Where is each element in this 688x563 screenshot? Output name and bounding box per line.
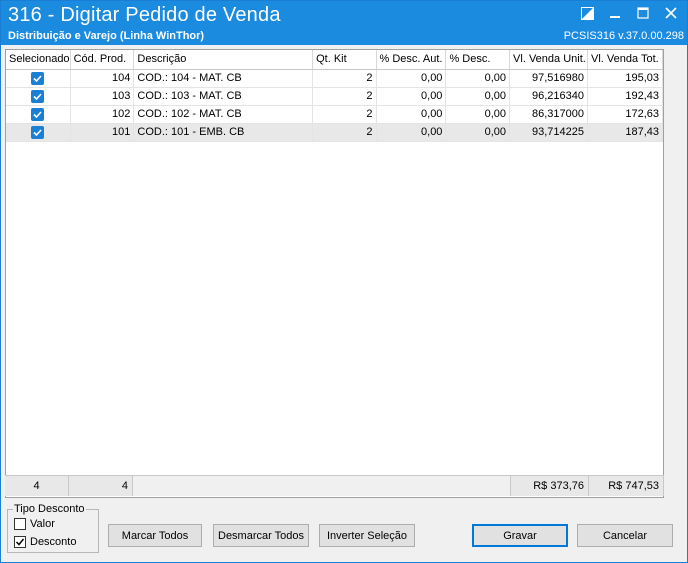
row-select-checkbox[interactable]: [6, 105, 71, 124]
close-icon[interactable]: [663, 5, 679, 21]
marcar-todos-button[interactable]: Marcar Todos: [108, 524, 202, 547]
row-select-checkbox[interactable]: [6, 69, 71, 88]
order-window: 316 - Digitar Pedido de Venda Distribuiç…: [0, 0, 688, 563]
cell-cod: 103: [70, 87, 135, 106]
table-row[interactable]: 101 COD.: 101 - EMB. CB 2 0,00 0,00 93,7…: [6, 123, 663, 142]
checkbox-unchecked-icon[interactable]: [14, 518, 26, 530]
inverter-selecao-button[interactable]: Inverter Seleção: [319, 524, 415, 547]
cell-descaut: 0,00: [376, 69, 447, 88]
cell-tot: 192,43: [587, 87, 663, 106]
grid-footer: 4 4 R$ 373,76 R$ 747,53: [5, 475, 664, 496]
cell-unit: 93,714225: [509, 123, 589, 142]
window-subtitle: Distribuição e Varejo (Linha WinThor): [8, 30, 205, 42]
option-desconto-label: Desconto: [30, 536, 77, 548]
footer-grand-total: R$ 747,53: [589, 476, 664, 496]
window-title: 316 - Digitar Pedido de Venda: [8, 4, 281, 26]
option-valor[interactable]: Valor: [14, 518, 55, 530]
table-row[interactable]: 103 COD.: 103 - MAT. CB 2 0,00 0,00 96,2…: [6, 87, 663, 106]
col-desc-aut[interactable]: % Desc. Aut.: [376, 50, 447, 70]
checkbox-checked-icon: [31, 89, 45, 103]
gravar-button[interactable]: Gravar: [472, 524, 568, 547]
cell-tot: 187,43: [587, 123, 663, 142]
footer-spacer: [133, 476, 511, 496]
checkbox-checked-icon: [31, 71, 45, 85]
minimize-icon[interactable]: [607, 5, 623, 21]
cell-desc: COD.: 104 - MAT. CB: [133, 69, 314, 88]
contrast-icon[interactable]: [579, 5, 595, 21]
col-vl-unit[interactable]: Vl. Venda Unit.: [509, 50, 589, 70]
cell-tot: 195,03: [587, 69, 663, 88]
checkbox-checked-icon: [31, 107, 45, 121]
cell-qt[interactable]: 2: [312, 69, 377, 88]
row-select-checkbox[interactable]: [6, 123, 71, 142]
footer-count-selected: 4: [5, 476, 69, 496]
cell-cod: 102: [70, 105, 135, 124]
maximize-icon[interactable]: [635, 5, 651, 21]
cell-desc: COD.: 103 - MAT. CB: [133, 87, 314, 106]
cell-desc-pct[interactable]: 0,00: [445, 69, 511, 88]
cell-cod: 104: [70, 69, 135, 88]
tipo-desconto-label: Tipo Desconto: [13, 503, 86, 515]
cell-qt[interactable]: 2: [312, 105, 377, 124]
version-label: PCSIS316 v.37.0.00.298: [563, 30, 684, 42]
footer-count-products: 4: [69, 476, 133, 496]
cancelar-button[interactable]: Cancelar: [577, 524, 673, 547]
cell-qt[interactable]: 2: [312, 123, 377, 142]
window-controls: [579, 5, 679, 21]
cell-desc-pct[interactable]: 0,00: [445, 123, 511, 142]
items-grid[interactable]: Selecionado Cód. Prod. Descrição Qt. Kit…: [5, 49, 664, 498]
cell-desc: COD.: 101 - EMB. CB: [133, 123, 314, 142]
cell-unit: 97,516980: [509, 69, 589, 88]
option-valor-label: Valor: [30, 518, 55, 530]
checkbox-checked-icon[interactable]: [14, 536, 26, 548]
cell-tot: 172,63: [587, 105, 663, 124]
col-cod-prod[interactable]: Cód. Prod.: [70, 50, 135, 70]
table-row[interactable]: 102 COD.: 102 - MAT. CB 2 0,00 0,00 86,3…: [6, 105, 663, 124]
option-desconto[interactable]: Desconto: [14, 536, 76, 548]
cell-descaut: 0,00: [376, 105, 447, 124]
cell-desc: COD.: 102 - MAT. CB: [133, 105, 314, 124]
col-qt-kit[interactable]: Qt. Kit: [312, 50, 377, 70]
row-select-checkbox[interactable]: [6, 87, 71, 106]
cell-unit: 86,317000: [509, 105, 589, 124]
col-descricao[interactable]: Descrição: [133, 50, 314, 70]
tipo-desconto-group: Tipo Desconto Valor Desconto: [7, 503, 99, 553]
col-selecionado[interactable]: Selecionado: [6, 50, 71, 70]
cell-desc-pct[interactable]: 0,00: [445, 87, 511, 106]
cell-desc-pct[interactable]: 0,00: [445, 105, 511, 124]
checkbox-checked-icon: [31, 125, 45, 139]
items-table: Selecionado Cód. Prod. Descrição Qt. Kit…: [6, 50, 663, 142]
cell-descaut: 0,00: [376, 123, 447, 142]
table-row[interactable]: 104 COD.: 104 - MAT. CB 2 0,00 0,00 97,5…: [6, 69, 663, 88]
cell-unit: 96,216340: [509, 87, 589, 106]
cell-descaut: 0,00: [376, 87, 447, 106]
cell-cod: 101: [70, 123, 135, 142]
cell-qt[interactable]: 2: [312, 87, 377, 106]
col-vl-tot[interactable]: Vl. Venda Tot.: [587, 50, 663, 70]
title-bar: 316 - Digitar Pedido de Venda Distribuiç…: [1, 1, 687, 45]
desmarcar-todos-button[interactable]: Desmarcar Todos: [213, 524, 309, 547]
col-desc[interactable]: % Desc.: [445, 50, 511, 70]
footer-unit-total: R$ 373,76: [511, 476, 589, 496]
